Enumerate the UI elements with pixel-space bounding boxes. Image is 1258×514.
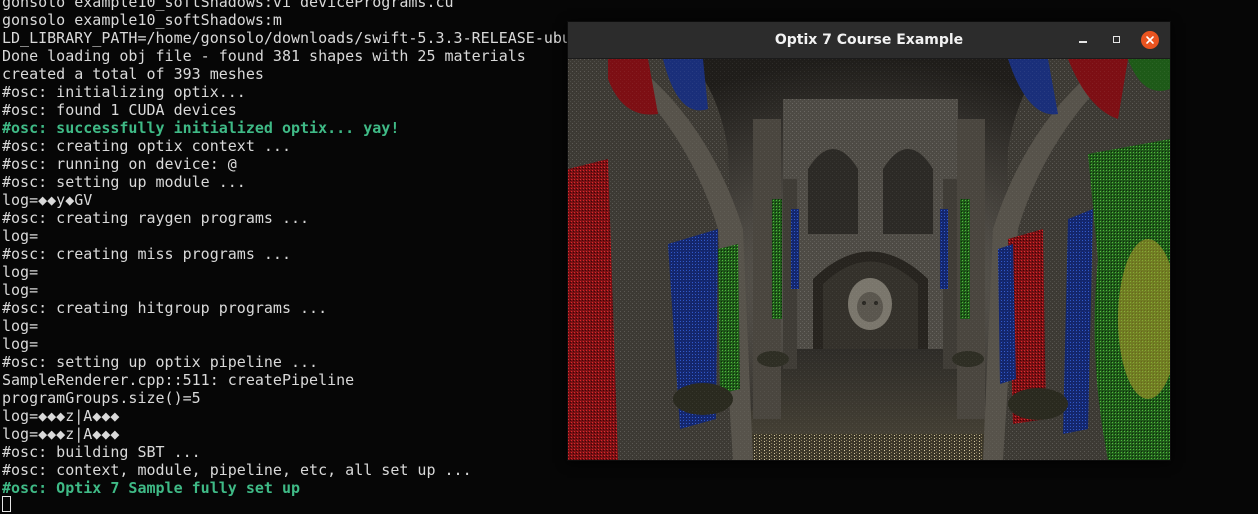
close-icon [1146, 36, 1154, 44]
maximize-icon [1113, 36, 1120, 43]
terminal-line: #osc: running on device: @ [2, 155, 237, 173]
terminal-line: gonsolo example10_softShadows:vi deviceP… [2, 0, 454, 11]
terminal-line: #osc: building SBT ... [2, 443, 201, 461]
terminal-line: #osc: found 1 CUDA devices [2, 101, 237, 119]
terminal-line: #osc: setting up module ... [2, 173, 246, 191]
minimize-button[interactable] [1074, 31, 1092, 49]
close-button[interactable] [1141, 31, 1159, 49]
rendered-atrium-scene [568, 59, 1170, 460]
terminal-line: #osc: creating miss programs ... [2, 245, 291, 263]
terminal-line: log=◆◆◆z|A◆◆◆ [2, 407, 120, 425]
maximize-button[interactable] [1108, 31, 1126, 49]
terminal-line: Done loading obj file - found 381 shapes… [2, 47, 526, 65]
terminal-line: log= [2, 317, 39, 335]
terminal-line: log= [2, 263, 39, 281]
terminal-line: created a total of 393 meshes [2, 65, 264, 83]
terminal-line: log=◆◆◆z|A◆◆◆ [2, 425, 120, 443]
terminal-line: #osc: creating optix context ... [2, 137, 291, 155]
terminal-line: programGroups.size()=5 [2, 389, 201, 407]
terminal-line: gonsolo example10_softShadows:m [2, 11, 282, 29]
terminal-cursor [2, 496, 11, 512]
terminal-line: #osc: creating raygen programs ... [2, 209, 310, 227]
terminal-line: log= [2, 335, 39, 353]
terminal-line: log= [2, 281, 39, 299]
minimize-icon [1079, 41, 1087, 43]
terminal-line: #osc: setting up optix pipeline ... [2, 353, 319, 371]
terminal-line: log= [2, 227, 39, 245]
terminal-line: #osc: context, module, pipeline, etc, al… [2, 461, 472, 479]
terminal-line: #osc: successfully initialized optix... … [2, 119, 400, 137]
render-viewport[interactable] [568, 59, 1170, 460]
window-titlebar[interactable]: Optix 7 Course Example [568, 22, 1170, 59]
terminal-line: #osc: initializing optix... [2, 83, 246, 101]
terminal-line: #osc: creating hitgroup programs ... [2, 299, 328, 317]
terminal-line: #osc: Optix 7 Sample fully set up [2, 479, 301, 497]
terminal-line: SampleRenderer.cpp::511: createPipeline [2, 371, 355, 389]
terminal-line: LD_LIBRARY_PATH=/home/gonsolo/downloads/… [2, 29, 571, 47]
terminal-line: log=◆◆y◆GV [2, 191, 93, 209]
optix-app-window[interactable]: Optix 7 Course Example [567, 21, 1171, 461]
